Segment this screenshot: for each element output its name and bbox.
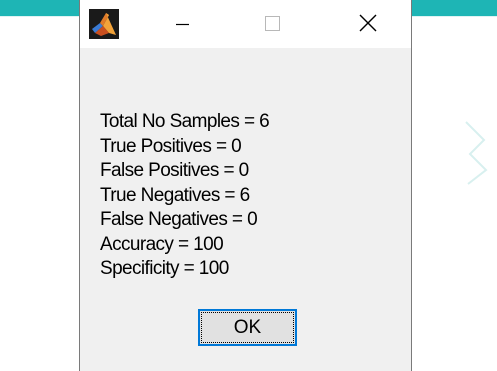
- ok-button-label: OK: [233, 316, 262, 338]
- minimize-button[interactable]: [146, 0, 218, 48]
- background-chevron-icon: [465, 121, 488, 185]
- message-line-accuracy: Accuracy = 100: [100, 233, 224, 255]
- message-line-false-negatives: False Negatives = 0: [100, 209, 258, 230]
- close-icon: [359, 14, 377, 32]
- matlab-icon: [89, 9, 119, 39]
- message-dialog: Total No Samples = 6 True Positives = 0 …: [79, 0, 412, 371]
- message-line-total-samples: Total No Samples = 6: [100, 111, 270, 132]
- maximize-button[interactable]: [236, 0, 308, 48]
- background-divider-left: [0, 16, 80, 17]
- minimize-icon: [176, 23, 189, 26]
- dialog-message: Total No Samples = 6 True Positives = 0 …: [100, 110, 270, 282]
- message-line-false-positives: False Positives = 0: [100, 160, 249, 181]
- dialog-titlebar[interactable]: [80, 0, 411, 48]
- ok-button[interactable]: OK: [198, 309, 297, 346]
- message-line-true-negatives: True Negatives = 6: [100, 184, 250, 206]
- background-divider-right: [412, 16, 497, 17]
- background-window-strip-left: [0, 0, 80, 16]
- maximize-icon: [265, 16, 280, 31]
- background-window-strip-right: [412, 0, 497, 16]
- close-button[interactable]: [333, 0, 405, 48]
- message-line-true-positives: True Positives = 0: [100, 135, 242, 157]
- message-line-specificity: Specificity = 100: [100, 258, 229, 279]
